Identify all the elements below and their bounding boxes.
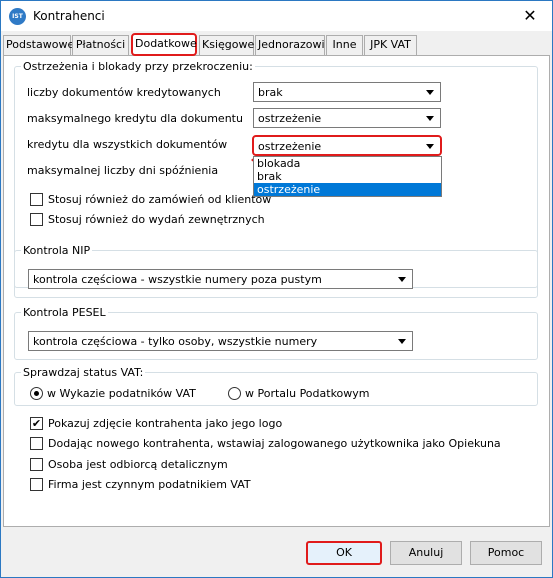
- issues-checkbox[interactable]: [30, 213, 43, 226]
- orders-checkbox[interactable]: [30, 193, 43, 206]
- tab-dodatkowe[interactable]: Dodatkowe: [131, 33, 197, 56]
- tax-portal-radio[interactable]: [228, 387, 241, 400]
- issues-checkbox-label: Stosuj również do wydań zewnętrznych: [48, 213, 265, 226]
- ok-button[interactable]: OK: [306, 541, 382, 565]
- chevron-down-icon: [426, 90, 434, 95]
- cancel-button[interactable]: Anuluj: [390, 541, 462, 565]
- title-bar[interactable]: IST Kontrahenci ✕: [1, 1, 552, 31]
- tab-jednorazowi[interactable]: Jednorazowi: [255, 35, 325, 55]
- tab-podstawowe[interactable]: Podstawowe: [3, 35, 74, 55]
- max-delay-days-label: maksymalnej liczby dni spóźnienia: [27, 164, 219, 177]
- max-credit-doc-label: maksymalnego kredytu dla dokumentu: [27, 112, 243, 125]
- tab-inne[interactable]: Inne: [326, 35, 363, 55]
- tax-portal-label: w Portalu Podatkowym: [245, 387, 370, 400]
- chevron-down-icon: [426, 144, 434, 149]
- retail-customer-label: Osoba jest odbiorcą detalicznym: [48, 458, 228, 471]
- nip-legend: Kontrola NIP: [23, 244, 91, 257]
- dialog-window: IST Kontrahenci ✕ Podstawowe Płatności D…: [0, 0, 553, 578]
- vat-registry-label: w Wykazie podatników VAT: [47, 387, 196, 400]
- orders-checkbox-label: Stosuj również do zamówień od klientów: [48, 193, 272, 206]
- active-vat-payer-checkbox[interactable]: [30, 478, 43, 491]
- max-credit-doc-select[interactable]: ostrzeżenie: [253, 108, 441, 128]
- pesel-control-value: kontrola częściowa - tylko osoby, wszyst…: [33, 335, 318, 348]
- close-icon[interactable]: ✕: [520, 6, 540, 26]
- app-logo-icon: IST: [9, 8, 26, 25]
- tab-ksiegowe[interactable]: Księgowe: [199, 35, 254, 55]
- tab-panel-dodatkowe: Ostrzeżenia i blokady przy przekroczeniu…: [3, 55, 550, 527]
- photo-logo-checkbox[interactable]: ✔: [30, 417, 43, 430]
- nip-control-value: kontrola częściowa - wszystkie numery po…: [33, 273, 322, 286]
- dropdown-option-blokada[interactable]: blokada: [254, 157, 441, 170]
- photo-logo-label: Pokazuj zdjęcie kontrahenta jako jego lo…: [48, 417, 283, 430]
- vat-status-legend: Sprawdzaj status VAT:: [23, 366, 144, 379]
- nip-control-select[interactable]: kontrola częściowa - wszystkie numery po…: [28, 269, 413, 289]
- chevron-down-icon: [398, 277, 406, 282]
- pesel-legend: Kontrola PESEL: [23, 306, 106, 319]
- assign-owner-label: Dodając nowego kontrahenta, wstawiaj zal…: [48, 437, 501, 450]
- tab-strip: Podstawowe Płatności Dodatkowe Księgowe …: [3, 33, 550, 56]
- credit-all-docs-label: kredytu dla wszystkich dokumentów: [27, 138, 228, 151]
- window-title: Kontrahenci: [33, 9, 105, 23]
- credit-all-docs-select[interactable]: ostrzeżenie: [252, 135, 442, 156]
- vat-status-group: Sprawdzaj status VAT:: [14, 366, 538, 406]
- chevron-down-icon: [398, 339, 406, 344]
- tab-platnosci[interactable]: Płatności: [72, 35, 129, 55]
- active-vat-payer-label: Firma jest czynnym podatnikiem VAT: [48, 478, 251, 491]
- credit-docs-count-value: brak: [258, 86, 283, 99]
- chevron-down-icon: [426, 116, 434, 121]
- assign-owner-checkbox[interactable]: [30, 437, 43, 450]
- warnings-legend: Ostrzeżenia i blokady przy przekroczeniu…: [23, 60, 253, 73]
- credit-docs-count-label: liczby dokumentów kredytowanych: [27, 86, 221, 99]
- tab-jpk-vat[interactable]: JPK VAT: [364, 35, 417, 55]
- credit-all-docs-value: ostrzeżenie: [258, 140, 322, 153]
- dropdown-option-ostrzezenie[interactable]: ostrzeżenie: [254, 183, 441, 196]
- credit-docs-count-select[interactable]: brak: [253, 82, 441, 102]
- retail-customer-checkbox[interactable]: [30, 458, 43, 471]
- dropdown-option-brak[interactable]: brak: [254, 170, 441, 183]
- pesel-control-select[interactable]: kontrola częściowa - tylko osoby, wszyst…: [28, 331, 413, 351]
- max-credit-doc-value: ostrzeżenie: [258, 112, 322, 125]
- help-button[interactable]: Pomoc: [470, 541, 542, 565]
- credit-all-docs-dropdown[interactable]: blokada brak ostrzeżenie: [253, 156, 442, 197]
- vat-registry-radio[interactable]: [30, 387, 43, 400]
